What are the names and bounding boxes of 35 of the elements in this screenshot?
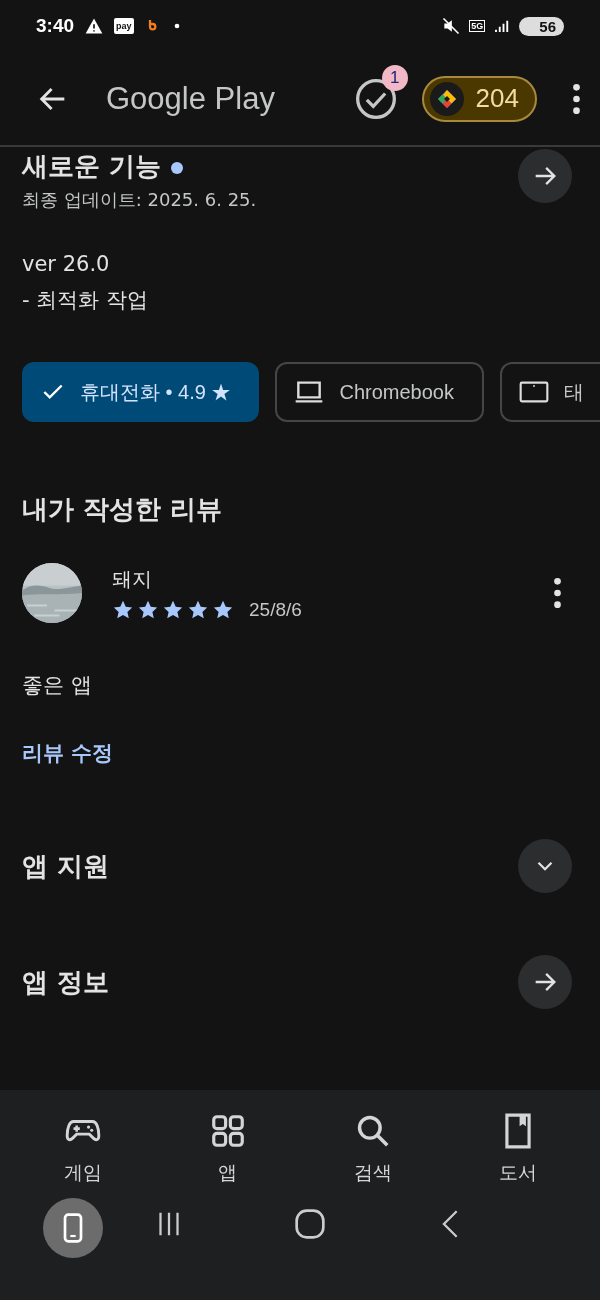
section-heading: 새로운 기능 [22, 151, 162, 181]
edit-review-link[interactable]: 리뷰 수정 [22, 739, 114, 767]
notification-badge: 1 [381, 64, 408, 91]
open-arrow-button[interactable] [518, 955, 572, 1009]
update-date: 최종 업데이트: 2025. 6. 25. [22, 188, 257, 212]
points-button[interactable]: 204 [421, 75, 537, 122]
section-heading: 앱 정보 [22, 965, 110, 999]
version-text: ver 26.0 [22, 252, 111, 276]
battery-indicator: 56 [519, 16, 564, 36]
network-label: 5G [469, 20, 486, 32]
more-icon [553, 578, 561, 608]
nav-tab[interactable]: 검색 [317, 1106, 428, 1192]
clock-time: 3:40 [36, 15, 75, 37]
device-filter-chip[interactable]: 휴대전화 • 4.9 ★ [22, 362, 260, 422]
app-store-title: Google Play [106, 80, 276, 117]
review-text: 좋은 앱 [22, 672, 93, 699]
more-options-button[interactable] [573, 83, 580, 114]
new-indicator-dot [171, 161, 184, 174]
open-arrow-button[interactable] [518, 148, 572, 203]
muted-speaker-icon [441, 16, 462, 36]
points-count: 204 [475, 83, 519, 114]
nav-tab[interactable]: 앱 [172, 1106, 283, 1192]
warning-icon [84, 16, 105, 36]
nav-tab[interactable]: 도서 [462, 1106, 573, 1192]
nav-tab[interactable]: 게임 [27, 1106, 138, 1192]
section-heading: 앱 지원 [22, 849, 110, 883]
review-date: 25/8/6 [249, 598, 302, 621]
reviewer-name: 돼지 [112, 565, 153, 593]
section-heading: 내가 작성한 리뷰 [22, 493, 224, 526]
floating-phone-button[interactable] [43, 1198, 103, 1258]
more-icon [573, 83, 580, 114]
device-filter-chip[interactable]: Chromebook [275, 362, 484, 422]
release-notes: - 최적화 작업 [22, 287, 149, 314]
device-filter-chip[interactable]: 태 [500, 362, 600, 422]
pay-app-icon: pay [114, 18, 134, 34]
